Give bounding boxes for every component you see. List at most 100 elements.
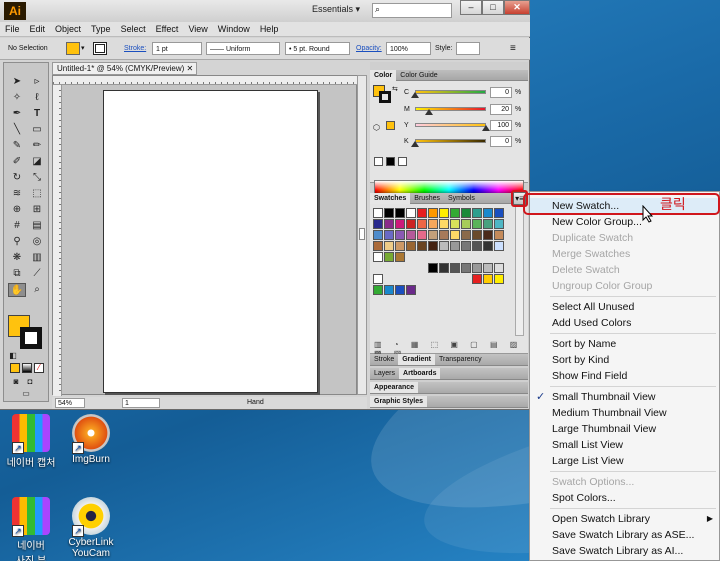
magic-wand-tool-icon[interactable]: ✧ — [8, 91, 26, 105]
swatch[interactable] — [417, 252, 427, 262]
style-select[interactable] — [456, 42, 480, 55]
swatch[interactable] — [461, 219, 471, 229]
swatch[interactable] — [395, 208, 405, 218]
swatch[interactable] — [439, 230, 449, 240]
lasso-tool-icon[interactable]: ℓ — [28, 91, 46, 105]
symbol-sprayer-tool-icon[interactable]: ❋ — [8, 251, 26, 265]
menu-type[interactable]: Type — [86, 22, 116, 37]
menu-window[interactable]: Window — [213, 22, 255, 37]
swatch[interactable] — [384, 230, 394, 240]
menu-item-save-swatch-library-as-ai[interactable]: Save Swatch Library as AI... — [530, 543, 719, 559]
vertical-scrollbar[interactable] — [357, 75, 367, 395]
swatches-scrollbar[interactable] — [515, 206, 524, 336]
swatch[interactable] — [384, 263, 394, 273]
swatch[interactable] — [406, 274, 416, 284]
swatch[interactable] — [439, 274, 449, 284]
menu-item-open-swatch-library[interactable]: Open Swatch Library ▶ — [530, 511, 719, 527]
desktop-icon-imgburn[interactable]: ↗ ImgBurn — [60, 414, 122, 465]
swatch[interactable] — [483, 263, 493, 273]
maximize-button[interactable]: □ — [482, 0, 504, 15]
swatch[interactable] — [428, 263, 438, 273]
swatch[interactable] — [472, 219, 482, 229]
swatch[interactable] — [406, 230, 416, 240]
swatch[interactable] — [483, 230, 493, 240]
stroke-style-select[interactable]: ―― Uniform — [206, 42, 280, 55]
swatch[interactable] — [494, 230, 504, 240]
color-panel-stroke[interactable] — [379, 91, 391, 103]
swatch[interactable] — [461, 252, 471, 262]
swatch[interactable] — [417, 241, 427, 251]
black-slider-thumb[interactable] — [411, 141, 419, 147]
menu-item-large-list-view[interactable]: Large List View — [530, 453, 719, 469]
stroke-label[interactable]: Stroke: — [124, 42, 146, 55]
swatch[interactable] — [494, 241, 504, 251]
scrollbar-thumb[interactable] — [359, 228, 365, 240]
swatch[interactable] — [439, 263, 449, 273]
menu-item-sort-by-name[interactable]: Sort by Name — [530, 336, 719, 352]
swatch[interactable] — [494, 219, 504, 229]
desktop-icon-youcam[interactable]: ↗ CyberLink YouCam — [60, 497, 122, 559]
artboard-nav-field[interactable]: 1 — [122, 398, 160, 408]
pencil-tool-icon[interactable]: ✏ — [28, 139, 46, 153]
hand-tool-icon[interactable]: ✋ — [8, 283, 26, 297]
swatch[interactable] — [439, 285, 449, 295]
warp-tool-icon[interactable]: ≋ — [8, 187, 26, 201]
white-swatch[interactable] — [398, 157, 407, 166]
shape-builder-tool-icon[interactable]: ⊕ — [8, 203, 26, 217]
swatch[interactable] — [428, 274, 438, 284]
document-tab[interactable]: Untitled-1* @ 54% (CMYK/Preview) ✕ — [52, 62, 197, 75]
chevron-down-icon[interactable]: ▾ — [81, 42, 85, 55]
menu-file[interactable]: File — [0, 22, 25, 37]
swatch[interactable] — [406, 285, 416, 295]
opacity-label[interactable]: Opacity: — [356, 42, 382, 55]
swatch[interactable] — [461, 208, 471, 218]
swatch[interactable] — [483, 219, 493, 229]
workspace-switcher[interactable]: Essentials ▾ — [312, 4, 360, 15]
swatch[interactable] — [439, 208, 449, 218]
swatch[interactable] — [395, 252, 405, 262]
color-mode-icon[interactable] — [10, 363, 20, 373]
swatch[interactable] — [472, 274, 482, 284]
swatch[interactable] — [395, 274, 405, 284]
swatch[interactable] — [373, 208, 383, 218]
eraser-tool-icon[interactable]: ◪ — [28, 155, 46, 169]
swatch[interactable] — [483, 241, 493, 251]
draw-behind-icon[interactable]: ◘ — [24, 377, 36, 387]
swatch[interactable] — [428, 219, 438, 229]
swatch[interactable] — [439, 219, 449, 229]
swatch[interactable] — [373, 285, 383, 295]
rectangle-tool-icon[interactable]: ▭ — [28, 123, 46, 137]
menu-item-new-color-group[interactable]: New Color Group... — [530, 214, 719, 230]
screen-mode-icon[interactable]: ▭ — [17, 389, 35, 399]
swatch[interactable] — [450, 274, 460, 284]
blend-tool-icon[interactable]: ◎ — [28, 235, 46, 249]
stroke-weight-field[interactable]: 1 pt — [152, 42, 202, 55]
swatch[interactable] — [461, 241, 471, 251]
swatch[interactable] — [428, 208, 438, 218]
tab-transparency[interactable]: Transparency — [435, 354, 486, 365]
menu-edit[interactable]: Edit — [25, 22, 51, 37]
menu-object[interactable]: Object — [50, 22, 86, 37]
swatch[interactable] — [483, 285, 493, 295]
opacity-field[interactable]: 100% — [386, 42, 431, 55]
rotate-tool-icon[interactable]: ↻ — [8, 171, 26, 185]
in-gamut-swatch[interactable] — [386, 121, 395, 130]
swatch[interactable] — [472, 285, 482, 295]
swatch[interactable] — [428, 252, 438, 262]
swatch[interactable] — [483, 252, 493, 262]
none-swatch[interactable] — [374, 157, 383, 166]
swatch[interactable] — [384, 252, 394, 262]
swatch[interactable] — [494, 274, 504, 284]
free-transform-tool-icon[interactable]: ⬚ — [28, 187, 46, 201]
swatch[interactable] — [461, 274, 471, 284]
desktop-icon-naver-photo[interactable]: ↗ 네이버 사진 뷰 — [0, 497, 62, 561]
gradient-tool-icon[interactable]: ▤ — [28, 219, 46, 233]
black-slider[interactable] — [415, 139, 486, 143]
swatch[interactable] — [417, 230, 427, 240]
minimize-button[interactable]: – — [460, 0, 482, 15]
blob-brush-tool-icon[interactable]: ✐ — [8, 155, 26, 169]
search-input[interactable]: ⌕ — [372, 3, 452, 18]
selection-tool-icon[interactable]: ➤ — [8, 75, 26, 89]
swatch[interactable] — [395, 241, 405, 251]
tab-artboards[interactable]: Artboards — [399, 368, 441, 379]
